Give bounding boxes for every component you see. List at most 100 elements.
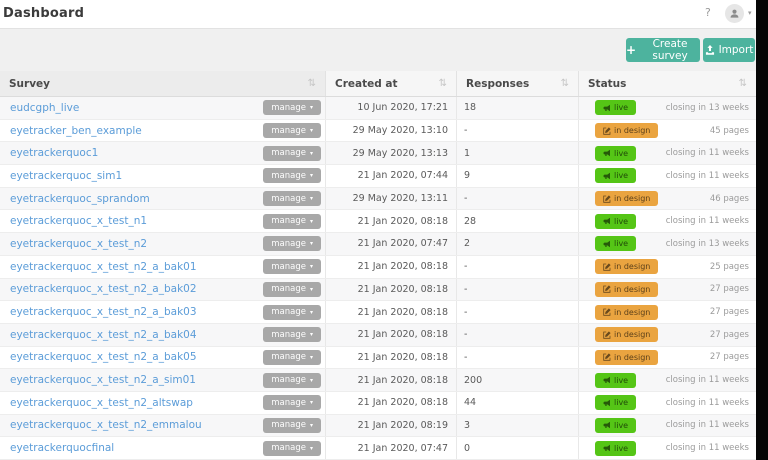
survey-cell: eyetrackerquoc_x_test_n2_a_bak05 manage … [0,347,326,369]
user-avatar[interactable] [725,4,744,23]
help-icon[interactable]: ? [705,6,711,19]
survey-link[interactable]: eyetrackerquocfinal [10,442,114,454]
column-header-status[interactable]: Status ⇅ [579,71,756,96]
status-label: live [614,398,628,407]
manage-label: manage [271,375,306,385]
manage-button[interactable]: manage ▾ [263,327,321,342]
survey-link[interactable]: eudcgph_live [10,102,79,114]
status-note: closing in 11 weeks [666,375,749,385]
status-note: closing in 11 weeks [666,148,749,158]
status-note: closing in 11 weeks [666,443,749,453]
status-cell: in design 27 pages [579,347,756,369]
create-survey-button[interactable]: + Create survey [626,38,700,62]
status-cell: live closing in 11 weeks [579,392,756,414]
status-badge: in design [595,350,658,365]
user-menu-caret-icon[interactable]: ▾ [748,9,752,17]
import-button[interactable]: Import [703,38,755,62]
created-at-cell: 21 Jan 2020, 07:47 [326,233,457,255]
created-at-cell: 21 Jan 2020, 08:18 [326,347,457,369]
created-at-cell: 29 May 2020, 13:11 [326,188,457,210]
megaphone-icon [603,104,611,112]
survey-cell: eyetrackerquoc_sprandom manage ▾ [0,188,326,210]
sort-icon[interactable]: ⇅ [561,78,569,89]
survey-link[interactable]: eyetrackerquoc_x_test_n2_altswap [10,397,193,409]
status-note: 27 pages [710,330,749,340]
created-at-cell: 21 Jan 2020, 08:18 [326,210,457,232]
manage-button[interactable]: manage ▾ [263,214,321,229]
manage-button[interactable]: manage ▾ [263,305,321,320]
status-cell: live closing in 13 weeks [579,97,756,119]
survey-link[interactable]: eyetrackerquoc_x_test_n2_a_bak02 [10,283,197,295]
manage-button[interactable]: manage ▾ [263,282,321,297]
caret-down-icon: ▾ [310,150,313,157]
sort-icon[interactable]: ⇅ [739,78,747,89]
status-label: in design [614,194,650,203]
survey-link[interactable]: eyetrackerquoc_x_test_n2_a_bak01 [10,261,197,273]
column-header-responses[interactable]: Responses ⇅ [457,71,579,96]
survey-cell: eyetrackerquoc_x_test_n2_a_bak01 manage … [0,256,326,278]
responses-cell: - [457,347,579,369]
status-cell: live closing in 11 weeks [579,415,756,437]
responses-cell: - [457,256,579,278]
survey-link[interactable]: eyetrackerquoc_x_test_n2 [10,238,147,250]
status-label: live [614,376,628,385]
manage-button[interactable]: manage ▾ [263,418,321,433]
status-cell: in design 27 pages [579,279,756,301]
sort-icon[interactable]: ⇅ [439,78,447,89]
manage-button[interactable]: manage ▾ [263,236,321,251]
survey-link[interactable]: eyetrackerquoc_x_test_n2_a_bak04 [10,329,197,341]
survey-link[interactable]: eyetrackerquoc1 [10,147,98,159]
manage-label: manage [271,443,306,453]
column-header-created-at[interactable]: Created at ⇅ [326,71,457,96]
status-label: live [614,444,628,453]
status-note: closing in 11 weeks [666,398,749,408]
status-note: 27 pages [710,307,749,317]
manage-button[interactable]: manage ▾ [263,191,321,206]
sort-icon[interactable]: ⇅ [308,78,316,89]
manage-button[interactable]: manage ▾ [263,395,321,410]
caret-down-icon: ▾ [310,286,313,293]
manage-label: manage [271,194,306,204]
status-badge: in design [595,282,658,297]
column-header-survey[interactable]: Survey ⇅ [0,71,326,96]
status-badge: live [595,214,636,229]
status-cell: live closing in 11 weeks [579,369,756,391]
caret-down-icon: ▾ [310,331,313,338]
pencil-square-icon [603,308,611,316]
survey-link[interactable]: eyetrackerquoc_sim1 [10,170,122,182]
megaphone-icon [603,376,611,384]
survey-link[interactable]: eyetrackerquoc_sprandom [10,193,150,205]
created-at-cell: 21 Jan 2020, 07:47 [326,437,457,459]
survey-link[interactable]: eyetrackerquoc_x_test_n2_a_bak05 [10,351,197,363]
page-title: Dashboard [3,6,84,21]
created-at-cell: 29 May 2020, 13:10 [326,120,457,142]
survey-link[interactable]: eyetrackerquoc_x_test_n2_a_bak03 [10,306,197,318]
manage-button[interactable]: manage ▾ [263,259,321,274]
survey-cell: eyetrackerquoc_x_test_n2_altswap manage … [0,392,326,414]
status-note: 45 pages [710,126,749,136]
manage-button[interactable]: manage ▾ [263,441,321,456]
import-label: Import [719,44,754,56]
survey-link[interactable]: eyetrackerquoc_x_test_n1 [10,215,147,227]
table-row: eyetrackerquoc_x_test_n1 manage ▾ 21 Jan… [0,210,756,233]
status-label: live [614,421,628,430]
survey-cell: eyetrackerquocfinal manage ▾ [0,437,326,459]
created-at-cell: 10 Jun 2020, 17:21 [326,97,457,119]
status-note: 46 pages [710,194,749,204]
manage-button[interactable]: manage ▾ [263,100,321,115]
survey-cell: eyetrackerquoc_x_test_n1 manage ▾ [0,210,326,232]
manage-button[interactable]: manage ▾ [263,146,321,161]
manage-button[interactable]: manage ▾ [263,373,321,388]
manage-button[interactable]: manage ▾ [263,123,321,138]
survey-link[interactable]: eyetrackerquoc_x_test_n2_emmalou [10,419,202,431]
status-label: live [614,149,628,158]
pencil-square-icon [603,331,611,339]
table-header: Survey ⇅ Created at ⇅ Responses ⇅ Status… [0,71,756,97]
survey-link[interactable]: eyetrackerquoc_x_test_n2_a_sim01 [10,374,196,386]
manage-button[interactable]: manage ▾ [263,168,321,183]
status-cell: in design 27 pages [579,301,756,323]
manage-label: manage [271,307,306,317]
manage-button[interactable]: manage ▾ [263,350,321,365]
manage-label: manage [271,216,306,226]
survey-link[interactable]: eyetracker_ben_example [10,125,142,137]
